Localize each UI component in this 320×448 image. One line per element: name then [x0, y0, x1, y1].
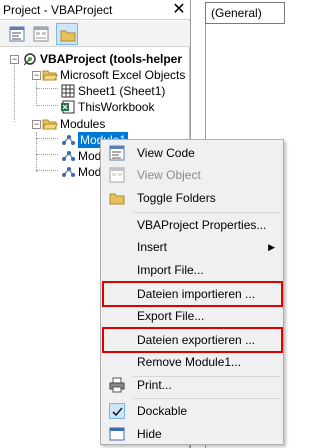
tree-node-sheet1[interactable]: Sheet1 (Sheet1) [60, 83, 190, 99]
menu-item-vbaproject-properties[interactable]: VBAProject Properties... [103, 214, 283, 236]
project-label: VBAProject (tools-helper [40, 52, 183, 66]
menu-label: Remove Module1... [137, 355, 242, 369]
explorer-toolbar [0, 21, 190, 47]
menu-item-import-file[interactable]: Import File... [103, 259, 283, 281]
submenu-arrow-icon: ▶ [268, 242, 275, 252]
worksheet-icon [61, 84, 75, 98]
module3-label: Mod [78, 165, 102, 179]
menu-label: View Code [137, 146, 195, 160]
menu-label: Export File... [137, 309, 205, 323]
checkmark-icon [109, 403, 125, 419]
explorer-title: Project - VBAProject [3, 3, 113, 17]
menu-item-insert[interactable]: Insert ▶ [103, 236, 283, 258]
sheet1-label: Sheet1 (Sheet1) [78, 84, 166, 98]
highlight-box [102, 281, 283, 307]
modules-label: Modules [60, 117, 106, 131]
menu-item-hide[interactable]: Hide [103, 423, 283, 445]
menu-item-toggle-folders[interactable]: Toggle Folders [103, 187, 283, 209]
module-icon [62, 135, 75, 145]
menu-label: Insert [137, 240, 168, 254]
menu-label: View Object [137, 168, 201, 182]
view-object-button[interactable] [30, 23, 52, 45]
menu-label: Hide [137, 427, 162, 441]
collapse-icon[interactable]: − [32, 71, 41, 80]
menu-label: Dockable [137, 404, 188, 418]
collapse-icon[interactable]: − [32, 120, 41, 129]
tree-line [36, 154, 58, 155]
tree-line [36, 170, 58, 171]
view-code-icon [9, 26, 25, 42]
menu-label: VBAProject Properties... [137, 218, 267, 232]
view-code-button[interactable] [6, 23, 28, 45]
tree-node-module3[interactable]: Mod [60, 164, 102, 180]
folder-open-icon [42, 119, 58, 130]
close-icon[interactable]: ✕ [170, 1, 188, 19]
workbook-icon [61, 100, 75, 114]
vba-project-icon [23, 53, 36, 66]
tree-node-module2[interactable]: Mod [60, 148, 102, 164]
highlight-box [102, 327, 283, 353]
hide-window-icon [109, 427, 125, 441]
view-code-icon [109, 145, 125, 161]
object-dropdown[interactable]: (General) [205, 2, 285, 24]
tree-line [36, 138, 58, 139]
menu-separator [133, 212, 281, 213]
object-dropdown-value: (General) [211, 6, 262, 20]
explorer-titlebar: Project - VBAProject ✕ [0, 0, 190, 20]
tree-node-modules[interactable]: Modules [42, 116, 190, 132]
toggle-folders-icon [60, 30, 76, 42]
tree-node-this-workbook[interactable]: ThisWorkbook [60, 99, 190, 115]
tree-line [14, 62, 15, 122]
menu-separator [133, 398, 281, 399]
menu-item-view-code[interactable]: View Code [103, 142, 283, 164]
tree-line [36, 105, 58, 106]
menu-label: Print... [137, 378, 172, 392]
menu-item-remove-module[interactable]: Remove Module1... [103, 351, 283, 373]
tree-node-project[interactable]: VBAProject (tools-helper [22, 51, 190, 67]
view-object-icon [109, 167, 125, 183]
menu-item-view-object[interactable]: View Object [103, 164, 283, 186]
menu-item-export-file[interactable]: Export File... [103, 305, 283, 327]
excel-objects-label: Microsoft Excel Objects [60, 68, 186, 82]
this-workbook-label: ThisWorkbook [78, 100, 155, 114]
folder-open-icon [42, 70, 58, 81]
module2-label: Mod [78, 149, 102, 163]
collapse-icon[interactable]: − [10, 55, 19, 64]
module-icon [62, 167, 75, 177]
tree-line [36, 88, 58, 89]
module-icon [62, 151, 75, 161]
menu-label: Import File... [137, 263, 204, 277]
menu-label: Toggle Folders [137, 191, 216, 205]
view-object-icon [33, 26, 49, 42]
context-menu: View Code View Object Toggle Folders VBA… [100, 139, 284, 445]
print-icon [109, 377, 125, 393]
tree-node-excel-objects[interactable]: Microsoft Excel Objects [42, 67, 190, 83]
tree-line [36, 76, 37, 106]
toggle-folders-icon [109, 193, 125, 205]
menu-item-print[interactable]: Print... [103, 374, 283, 396]
menu-item-dockable[interactable]: Dockable [103, 400, 283, 422]
toggle-folders-button[interactable] [56, 23, 78, 45]
